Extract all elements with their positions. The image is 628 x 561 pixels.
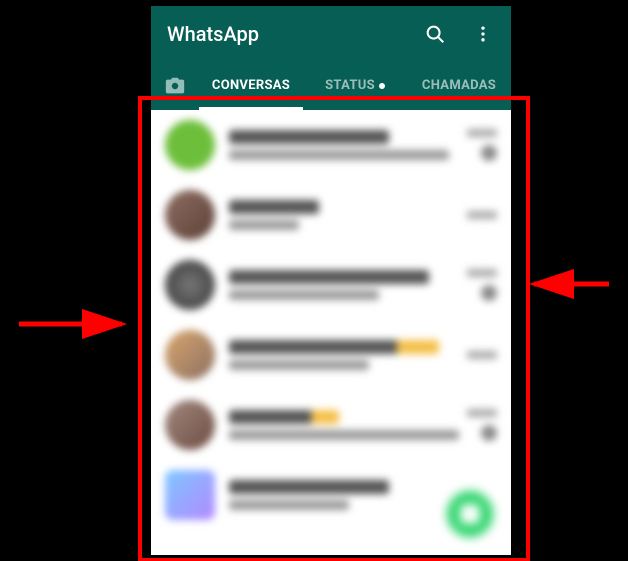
new-chat-fab[interactable] xyxy=(447,491,493,537)
chat-badge-blurred xyxy=(481,145,497,161)
avatar xyxy=(165,190,215,240)
app-header: WhatsApp xyxy=(151,6,511,62)
chat-time-blurred xyxy=(467,351,497,359)
avatar xyxy=(165,470,215,520)
tab-chamadas[interactable]: CHAMADAS xyxy=(407,62,511,110)
chat-badge-blurred xyxy=(481,425,497,441)
tab-conversas-label: CONVERSAS xyxy=(212,78,290,93)
chat-info xyxy=(229,480,443,510)
chat-row[interactable] xyxy=(151,390,511,460)
tab-status[interactable]: STATUS xyxy=(303,62,407,110)
chat-time-blurred xyxy=(467,129,497,137)
chat-meta xyxy=(457,269,497,301)
chat-preview-blurred xyxy=(229,360,369,370)
camera-tab[interactable] xyxy=(151,75,199,97)
chat-list[interactable] xyxy=(151,110,511,555)
chat-meta xyxy=(457,129,497,161)
avatar xyxy=(165,120,215,170)
chat-meta xyxy=(457,409,497,441)
header-actions xyxy=(423,22,495,46)
annotation-arrow-right xyxy=(524,264,614,304)
chat-preview-blurred xyxy=(229,220,299,230)
tab-bar: CONVERSAS STATUS CHAMADAS xyxy=(151,62,511,110)
app-title: WhatsApp xyxy=(167,22,259,46)
chat-row[interactable] xyxy=(151,250,511,320)
more-options-icon[interactable] xyxy=(471,22,495,46)
avatar xyxy=(165,260,215,310)
chat-meta xyxy=(457,211,497,219)
tab-conversas[interactable]: CONVERSAS xyxy=(199,62,303,110)
chat-row[interactable] xyxy=(151,110,511,180)
chat-info xyxy=(229,410,443,440)
chat-preview-blurred xyxy=(229,500,349,510)
new-chat-icon xyxy=(460,504,480,524)
chat-name-blurred xyxy=(229,480,389,494)
chat-preview-blurred xyxy=(229,150,449,160)
status-indicator-dot xyxy=(379,83,385,89)
chat-info xyxy=(229,130,443,160)
avatar xyxy=(165,400,215,450)
chat-row[interactable] xyxy=(151,320,511,390)
chat-badge-blurred xyxy=(481,285,497,301)
chat-info xyxy=(229,200,443,230)
chat-name-blurred xyxy=(229,340,439,354)
chat-time-blurred xyxy=(467,269,497,277)
chat-name-blurred xyxy=(229,410,339,424)
chat-name-blurred xyxy=(229,270,429,284)
chat-time-blurred xyxy=(467,211,497,219)
chat-name-blurred xyxy=(229,200,319,214)
chat-row[interactable] xyxy=(151,180,511,250)
annotation-arrow-left xyxy=(14,304,134,344)
avatar xyxy=(165,330,215,380)
chat-time-blurred xyxy=(467,409,497,417)
tab-chamadas-label: CHAMADAS xyxy=(422,78,496,93)
phone-frame: WhatsApp xyxy=(151,6,511,555)
chat-meta xyxy=(457,351,497,359)
chat-info xyxy=(229,340,443,370)
chat-preview-blurred xyxy=(229,290,379,300)
tab-status-label: STATUS xyxy=(325,78,375,93)
screenshot-stage: WhatsApp xyxy=(0,0,628,561)
chat-info xyxy=(229,270,443,300)
search-icon[interactable] xyxy=(423,22,447,46)
chat-preview-blurred xyxy=(229,430,459,440)
chat-name-blurred xyxy=(229,130,389,144)
